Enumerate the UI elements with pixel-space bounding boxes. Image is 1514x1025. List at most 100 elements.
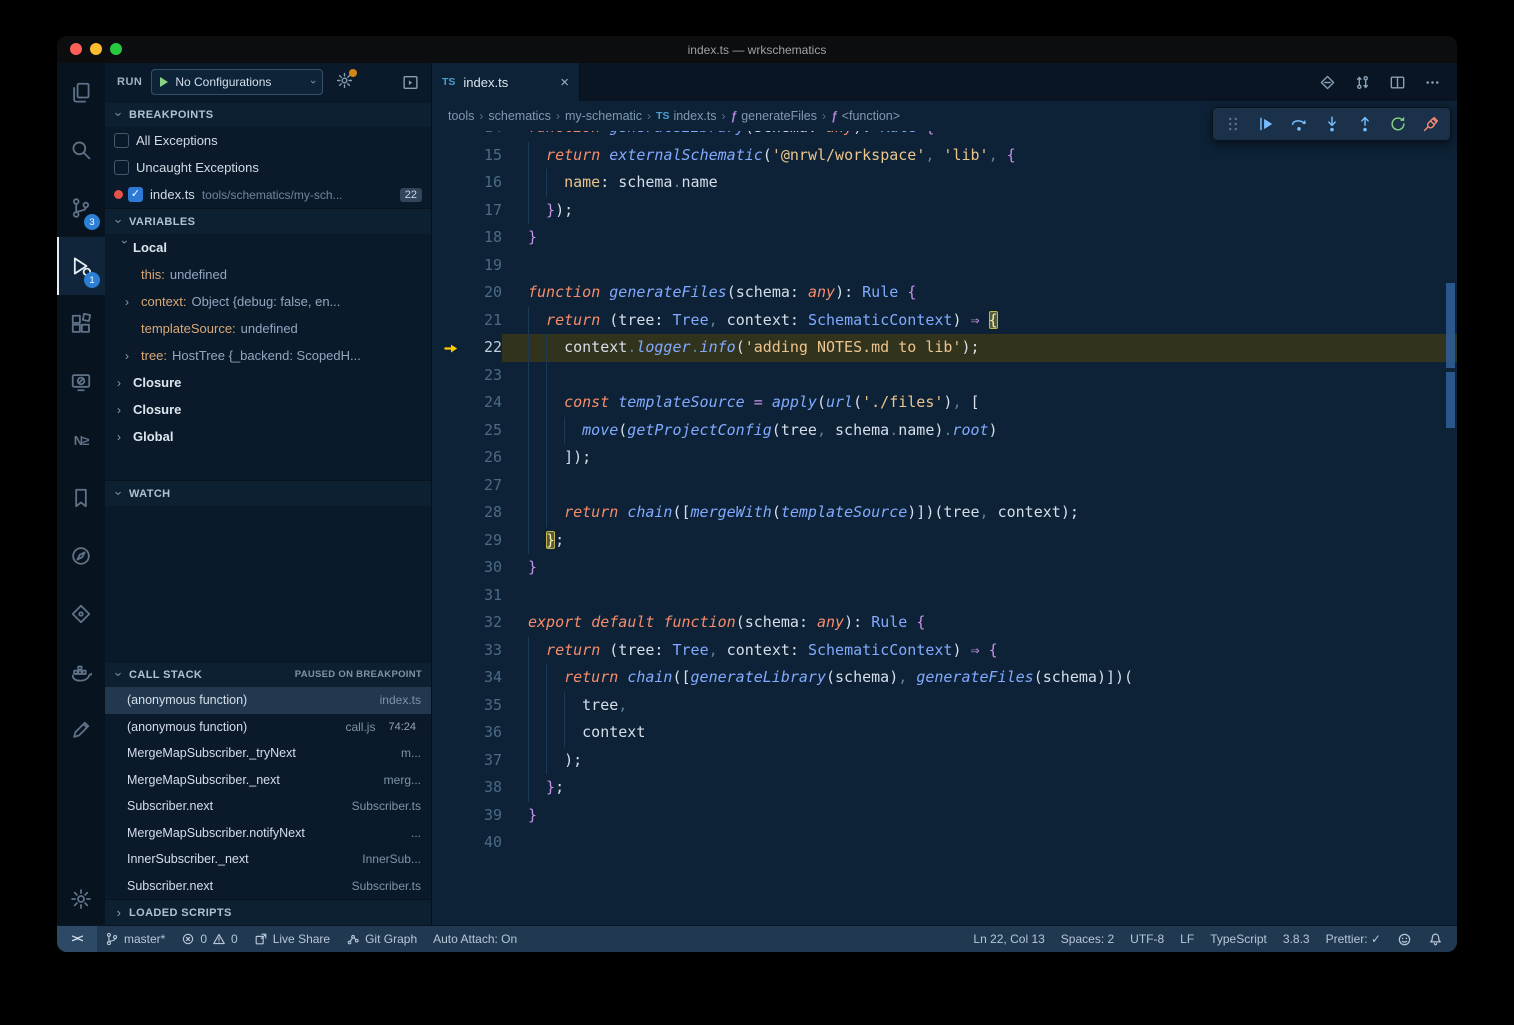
open-changes-icon[interactable] bbox=[1319, 74, 1336, 91]
breakpoint-gutter[interactable] bbox=[432, 664, 462, 692]
scope-row-closure[interactable]: ›Closure bbox=[105, 369, 431, 396]
breadcrumb-item-index.ts[interactable]: TSindex.ts bbox=[656, 109, 717, 123]
call-stack-section-header[interactable]: › CALL STACK PAUSED ON BREAKPOINT bbox=[105, 661, 431, 687]
close-window-button[interactable] bbox=[70, 43, 82, 55]
code-text[interactable] bbox=[502, 582, 1457, 610]
status-problems[interactable]: 00 bbox=[173, 926, 245, 952]
activity-item-bookmarks[interactable] bbox=[57, 469, 105, 527]
breakpoint-gutter[interactable] bbox=[432, 169, 462, 197]
status-ts-version[interactable]: 3.8.3 bbox=[1275, 926, 1318, 952]
variable-row[interactable]: this:undefined bbox=[105, 261, 431, 288]
breakpoint-gutter[interactable] bbox=[432, 389, 462, 417]
line-number[interactable]: 15 bbox=[462, 142, 502, 170]
code-text[interactable]: ]); bbox=[502, 444, 1457, 472]
line-number[interactable]: 40 bbox=[462, 829, 502, 857]
continue-button[interactable] bbox=[1249, 109, 1282, 139]
breadcrumb-item-schematics[interactable]: schematics bbox=[488, 109, 551, 123]
breakpoint-gutter[interactable] bbox=[432, 224, 462, 252]
breakpoint-gutter[interactable] bbox=[432, 527, 462, 555]
code-line-20[interactable]: 20function generateFiles(schema: any): R… bbox=[432, 279, 1457, 307]
activity-item-settings[interactable] bbox=[57, 873, 105, 925]
code-text[interactable]: return chain([generateLibrary(schema), g… bbox=[502, 664, 1457, 692]
breakpoint-gutter[interactable] bbox=[432, 307, 462, 335]
line-number[interactable]: 17 bbox=[462, 197, 502, 225]
breakpoint-gutter[interactable] bbox=[432, 197, 462, 225]
code-line-21[interactable]: 21return (tree: Tree, context: Schematic… bbox=[432, 307, 1457, 335]
minimize-window-button[interactable] bbox=[90, 43, 102, 55]
line-number[interactable]: 16 bbox=[462, 169, 502, 197]
line-number[interactable]: 25 bbox=[462, 417, 502, 445]
breakpoint-row[interactable]: Uncaught Exceptions bbox=[105, 154, 431, 181]
loaded-scripts-section-header[interactable]: › LOADED SCRIPTS bbox=[105, 899, 431, 925]
variable-row[interactable]: ›context:Object {debug: false, en... bbox=[105, 288, 431, 315]
scope-row-closure[interactable]: ›Closure bbox=[105, 396, 431, 423]
code-line-23[interactable]: 23 bbox=[432, 362, 1457, 390]
breadcrumb-item-generateFiles[interactable]: ƒgenerateFiles bbox=[731, 109, 817, 123]
breakpoint-checkbox[interactable] bbox=[114, 133, 129, 148]
activity-item-source-control[interactable]: 3 bbox=[57, 179, 105, 237]
call-stack-frame[interactable]: InnerSubscriber._nextInnerSub... bbox=[105, 846, 431, 873]
line-number[interactable]: 33 bbox=[462, 637, 502, 665]
call-stack-frame[interactable]: MergeMapSubscriber._nextmerg... bbox=[105, 767, 431, 794]
code-text[interactable]: } bbox=[502, 224, 1457, 252]
step-over-button[interactable] bbox=[1282, 109, 1315, 139]
activity-item-compass[interactable] bbox=[57, 527, 105, 585]
status-git-graph[interactable]: Git Graph bbox=[338, 926, 425, 952]
code-text[interactable]: } bbox=[502, 802, 1457, 830]
breakpoint-checkbox[interactable]: ✓ bbox=[128, 187, 143, 202]
zoom-window-button[interactable] bbox=[110, 43, 122, 55]
code-line-16[interactable]: 16name: schema.name bbox=[432, 169, 1457, 197]
breakpoint-gutter[interactable] bbox=[432, 719, 462, 747]
code-text[interactable]: }); bbox=[502, 197, 1457, 225]
breakpoint-gutter[interactable] bbox=[432, 609, 462, 637]
activity-item-nx-console[interactable]: N≥ bbox=[57, 411, 105, 469]
line-number[interactable]: 21 bbox=[462, 307, 502, 335]
line-number[interactable]: 18 bbox=[462, 224, 502, 252]
breakpoint-gutter[interactable] bbox=[432, 444, 462, 472]
code-line-17[interactable]: 17}); bbox=[432, 197, 1457, 225]
start-debugging-icon[interactable] bbox=[160, 77, 168, 87]
more-actions-icon[interactable] bbox=[1424, 74, 1441, 91]
disconnect-button[interactable] bbox=[1414, 109, 1447, 139]
code-text[interactable]: name: schema.name bbox=[502, 169, 1457, 197]
call-stack-frame[interactable]: Subscriber.nextSubscriber.ts bbox=[105, 793, 431, 820]
status-cursor-position[interactable]: Ln 22, Col 13 bbox=[965, 926, 1052, 952]
line-number[interactable]: 24 bbox=[462, 389, 502, 417]
line-number[interactable]: 27 bbox=[462, 472, 502, 500]
scope-row-local[interactable]: ›Local bbox=[105, 234, 431, 261]
breakpoint-gutter[interactable] bbox=[432, 747, 462, 775]
breakpoint-gutter[interactable] bbox=[432, 582, 462, 610]
line-number[interactable]: 37 bbox=[462, 747, 502, 775]
code-line-34[interactable]: 34return chain([generateLibrary(schema),… bbox=[432, 664, 1457, 692]
breakpoint-gutter[interactable] bbox=[432, 252, 462, 280]
status-auto-attach[interactable]: Auto Attach: On bbox=[425, 926, 525, 952]
status-language-mode[interactable]: TypeScript bbox=[1202, 926, 1275, 952]
close-tab-icon[interactable]: × bbox=[560, 74, 569, 91]
code-line-31[interactable]: 31 bbox=[432, 582, 1457, 610]
line-number[interactable]: 34 bbox=[462, 664, 502, 692]
status-feedback[interactable] bbox=[1389, 926, 1420, 952]
status-encoding[interactable]: UTF-8 bbox=[1122, 926, 1172, 952]
status-git-branch[interactable]: master* bbox=[97, 926, 173, 952]
activity-item-explorer[interactable] bbox=[57, 63, 105, 121]
code-text[interactable]: function generateFiles(schema: any): Rul… bbox=[502, 279, 1457, 307]
code-line-35[interactable]: 35tree, bbox=[432, 692, 1457, 720]
code-line-22[interactable]: 22context.logger.info('adding NOTES.md t… bbox=[432, 334, 1457, 362]
status-live-share[interactable]: Live Share bbox=[246, 926, 338, 952]
breadcrumb-item-tools[interactable]: tools bbox=[448, 109, 474, 123]
activity-item-search[interactable] bbox=[57, 121, 105, 179]
line-number[interactable]: 22 bbox=[462, 334, 502, 362]
watch-section-header[interactable]: › WATCH bbox=[105, 480, 431, 506]
breakpoint-checkbox[interactable] bbox=[114, 160, 129, 175]
breakpoint-gutter[interactable] bbox=[432, 637, 462, 665]
call-stack-frame[interactable]: (anonymous function)index.ts bbox=[105, 687, 431, 714]
code-line-28[interactable]: 28return chain([mergeWith(templateSource… bbox=[432, 499, 1457, 527]
status-indentation[interactable]: Spaces: 2 bbox=[1053, 926, 1122, 952]
line-number[interactable]: 23 bbox=[462, 362, 502, 390]
line-number[interactable]: 31 bbox=[462, 582, 502, 610]
breakpoints-section-header[interactable]: › BREAKPOINTS bbox=[105, 101, 431, 127]
code-editor[interactable]: 14function generateLibrary(schema: any):… bbox=[432, 131, 1457, 925]
code-line-40[interactable]: 40 bbox=[432, 829, 1457, 857]
code-line-19[interactable]: 19 bbox=[432, 252, 1457, 280]
line-number[interactable]: 19 bbox=[462, 252, 502, 280]
